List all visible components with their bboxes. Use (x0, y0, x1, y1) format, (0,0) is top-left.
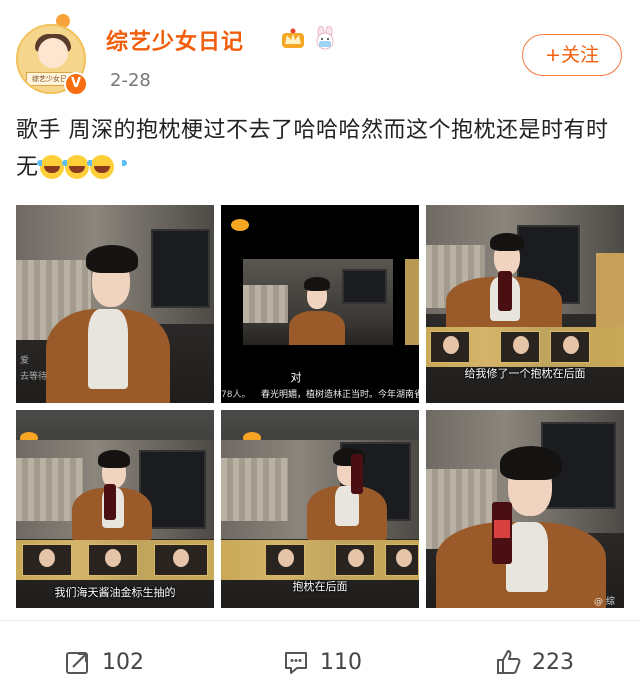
comment-icon (285, 652, 307, 674)
person-hair (490, 233, 524, 251)
call-tile (430, 331, 470, 363)
call-face (513, 336, 529, 354)
post-header: 综艺少女日记 V 综艺少女日记 2-28 +关注 (0, 0, 640, 100)
side-panel (405, 259, 419, 345)
video-call-strip (16, 540, 214, 580)
action-divider (0, 620, 640, 621)
subtitle: 抱枕在后面 (292, 580, 348, 593)
subtitle: 给我修了一个抱枕在后面 (464, 367, 586, 380)
like-button[interactable]: 223 (494, 630, 574, 694)
soy-sauce-bottle (351, 454, 363, 494)
person-hair (98, 450, 130, 468)
photo-4[interactable]: 我们海天酱油金标生抽的 (16, 410, 214, 608)
photo-5[interactable]: 抱枕在后面 (221, 410, 419, 608)
call-tile (88, 544, 138, 576)
person-shirt (506, 522, 548, 592)
room-curtain (243, 284, 288, 323)
call-face (173, 549, 189, 567)
repost-count: 102 (102, 649, 144, 675)
call-face (443, 336, 459, 354)
laugh-cry-icon (61, 154, 102, 179)
photo-1[interactable]: 爱 去等待 (16, 205, 214, 403)
call-tile (550, 331, 590, 363)
watermark: @ 综 (594, 597, 615, 607)
side-caption: 去等待 (20, 372, 48, 382)
repost-button[interactable]: 102 (64, 630, 144, 694)
call-face (348, 549, 364, 567)
call-face (278, 549, 294, 567)
video-screen (243, 259, 393, 345)
person (289, 311, 345, 345)
call-tile (335, 544, 375, 576)
photo-2[interactable]: 对 春光明媚，植树造林正当时。今年湖南省全省计划完 78人。 (221, 205, 419, 403)
like-count: 223 (532, 649, 574, 675)
soy-sauce-bottle (498, 271, 512, 311)
side-note: 78人。 (221, 390, 251, 400)
laugh-cry-icon (36, 154, 77, 179)
soy-sauce-bottle (104, 484, 116, 520)
thumbs-up-icon (497, 650, 521, 674)
side-caption: 爱 (20, 356, 30, 366)
person-hair (86, 245, 138, 273)
crown-badge-icon[interactable] (281, 27, 305, 49)
repost-icon (66, 652, 88, 674)
post-date: 2-28 (110, 70, 151, 91)
channel-logo-icon (231, 219, 249, 231)
bottle-label (494, 520, 510, 538)
video-call-strip (221, 540, 419, 580)
username[interactable]: 综艺少女日记 (106, 24, 244, 56)
video-call-strip (426, 327, 624, 367)
call-face (396, 549, 412, 567)
call-tile (265, 544, 305, 576)
post-body: 歌手 周深的抱枕梗过不去了哈哈哈然而这个抱枕还是时有时无 (16, 112, 628, 187)
subtitle: 对 (290, 371, 302, 384)
subtitle: 我们海天酱油金标生抽的 (54, 586, 176, 599)
comment-count: 110 (320, 649, 362, 675)
room-screen (150, 228, 211, 308)
person-hair (500, 446, 562, 480)
call-tile (22, 544, 72, 576)
room-curtain (221, 457, 289, 521)
avatar-face (38, 38, 68, 68)
room-screen (342, 269, 387, 304)
call-face (39, 549, 55, 567)
call-tile (385, 544, 419, 576)
action-bar: 102 110 223 (0, 630, 640, 694)
verified-badge-icon: V (64, 72, 88, 96)
call-tile (500, 331, 540, 363)
call-face (105, 549, 121, 567)
person-hair (304, 277, 330, 291)
follow-button[interactable]: +关注 (522, 34, 622, 76)
call-tile (154, 544, 208, 576)
laugh-cry-icon (86, 154, 127, 179)
avatar[interactable]: 综艺少女日记 V (16, 14, 88, 96)
news-ticker: 春光明媚，植树造林正当时。今年湖南省全省计划完 (261, 390, 419, 400)
person-shirt (88, 309, 128, 389)
call-face (563, 336, 579, 354)
emoji-group (36, 150, 127, 187)
comment-button[interactable]: 110 (282, 630, 362, 694)
side-panel (596, 253, 624, 327)
photo-3[interactable]: 给我修了一个抱枕在后面 (426, 205, 624, 403)
bunny-badge-icon[interactable] (313, 26, 337, 50)
photo-6[interactable]: @ 综 (426, 410, 624, 608)
